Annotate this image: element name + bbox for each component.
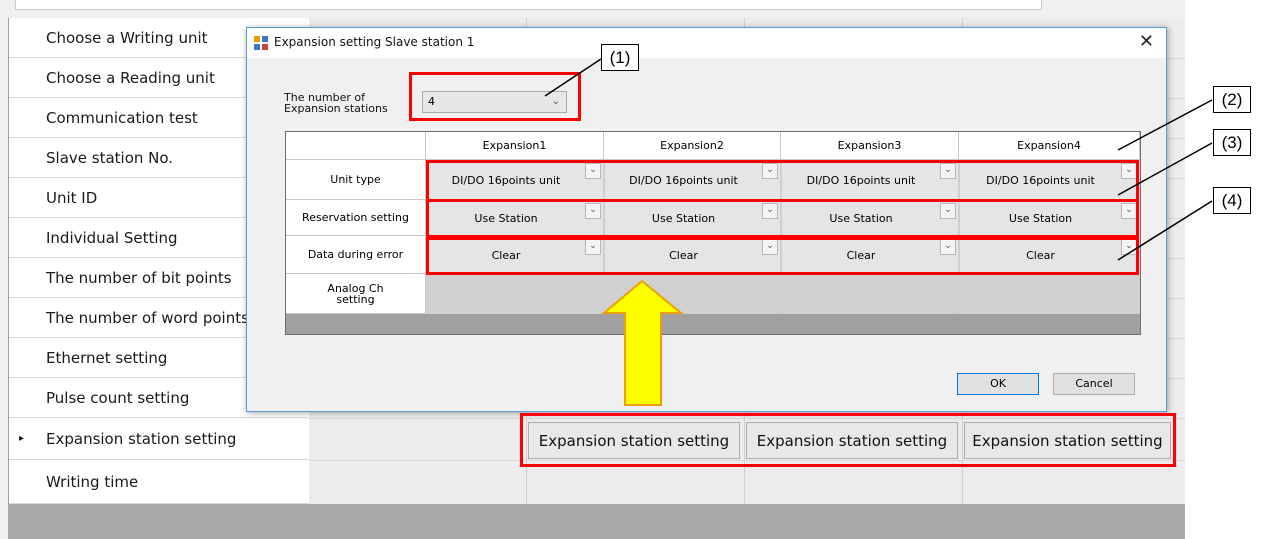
annotation-overlay (544, 58, 1213, 406)
callout-2: (2) (1213, 86, 1251, 113)
callout-3: (3) (1213, 129, 1251, 156)
up-arrow-icon (601, 279, 684, 406)
callout-1: (1) (601, 44, 639, 71)
callout-4: (4) (1213, 187, 1251, 214)
leader-line-4 (1117, 200, 1213, 261)
leader-line-1 (544, 58, 602, 97)
leader-line-3 (1117, 142, 1213, 196)
leader-line-2 (1117, 99, 1213, 151)
